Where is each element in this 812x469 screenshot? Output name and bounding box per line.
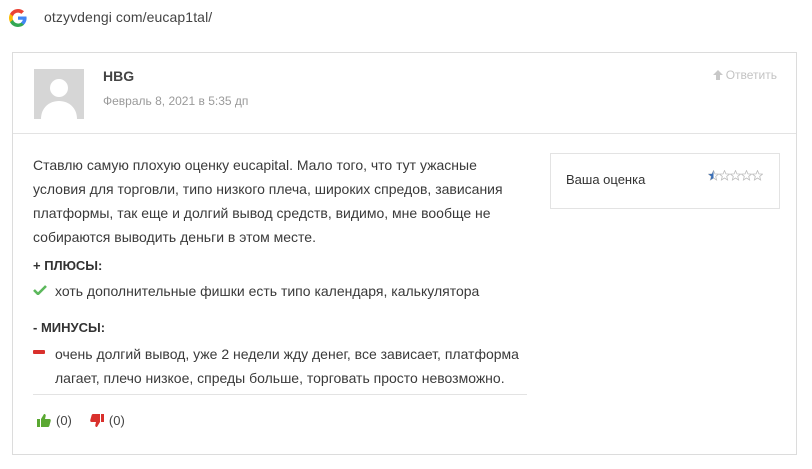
review-header: HBG Февраль 8, 2021 в 5:35 дп Ответить <box>13 53 796 134</box>
minus-icon <box>33 350 45 354</box>
vote-bar: (0) (0) <box>37 413 143 428</box>
star-icon[interactable] <box>730 170 741 181</box>
like-button[interactable]: (0) <box>37 413 72 428</box>
address-bar[interactable]: otzyvdengi com/eucap1tal/ <box>0 0 812 40</box>
star-icon[interactable] <box>708 170 719 181</box>
author-name: HBG <box>103 68 135 84</box>
check-icon <box>33 285 47 295</box>
star-icon[interactable] <box>752 170 763 181</box>
pros-item: хоть дополнительные фишки есть типо кале… <box>33 279 533 303</box>
dislike-count: (0) <box>108 413 125 428</box>
cons-item-text: очень долгий вывод, уже 2 недели жду ден… <box>55 346 519 386</box>
review-card: HBG Февраль 8, 2021 в 5:35 дп Ответить С… <box>12 52 797 455</box>
rating-label: Ваша оценка <box>566 172 646 187</box>
reply-label: Ответить <box>725 68 777 82</box>
cons-title: - МИНУСЫ: <box>33 320 106 335</box>
cons-item: очень долгий вывод, уже 2 недели жду ден… <box>33 342 533 390</box>
pros-item-text: хоть дополнительные фишки есть типо кале… <box>55 283 480 299</box>
star-icon[interactable] <box>741 170 752 181</box>
thumbs-up-icon <box>37 414 51 427</box>
review-body: Ставлю самую плохую оценку eucapital. Ма… <box>33 157 503 245</box>
avatar <box>34 69 84 119</box>
dislike-button[interactable]: (0) <box>90 413 125 428</box>
like-count: (0) <box>56 413 72 428</box>
thumbs-down-icon <box>90 414 104 427</box>
pros-title: + ПЛЮСЫ: <box>33 258 103 273</box>
user-silhouette-icon <box>34 69 84 119</box>
star-icon[interactable] <box>719 170 730 181</box>
star-rating[interactable] <box>708 170 763 181</box>
reply-button[interactable]: Ответить <box>712 68 777 82</box>
google-g-icon <box>9 9 27 27</box>
arrow-up-icon <box>712 70 723 80</box>
divider <box>33 394 527 395</box>
rating-box: Ваша оценка <box>550 153 780 209</box>
review-date: Февраль 8, 2021 в 5:35 дп <box>103 94 249 108</box>
url-text: otzyvdengi com/eucap1tal/ <box>44 9 213 25</box>
